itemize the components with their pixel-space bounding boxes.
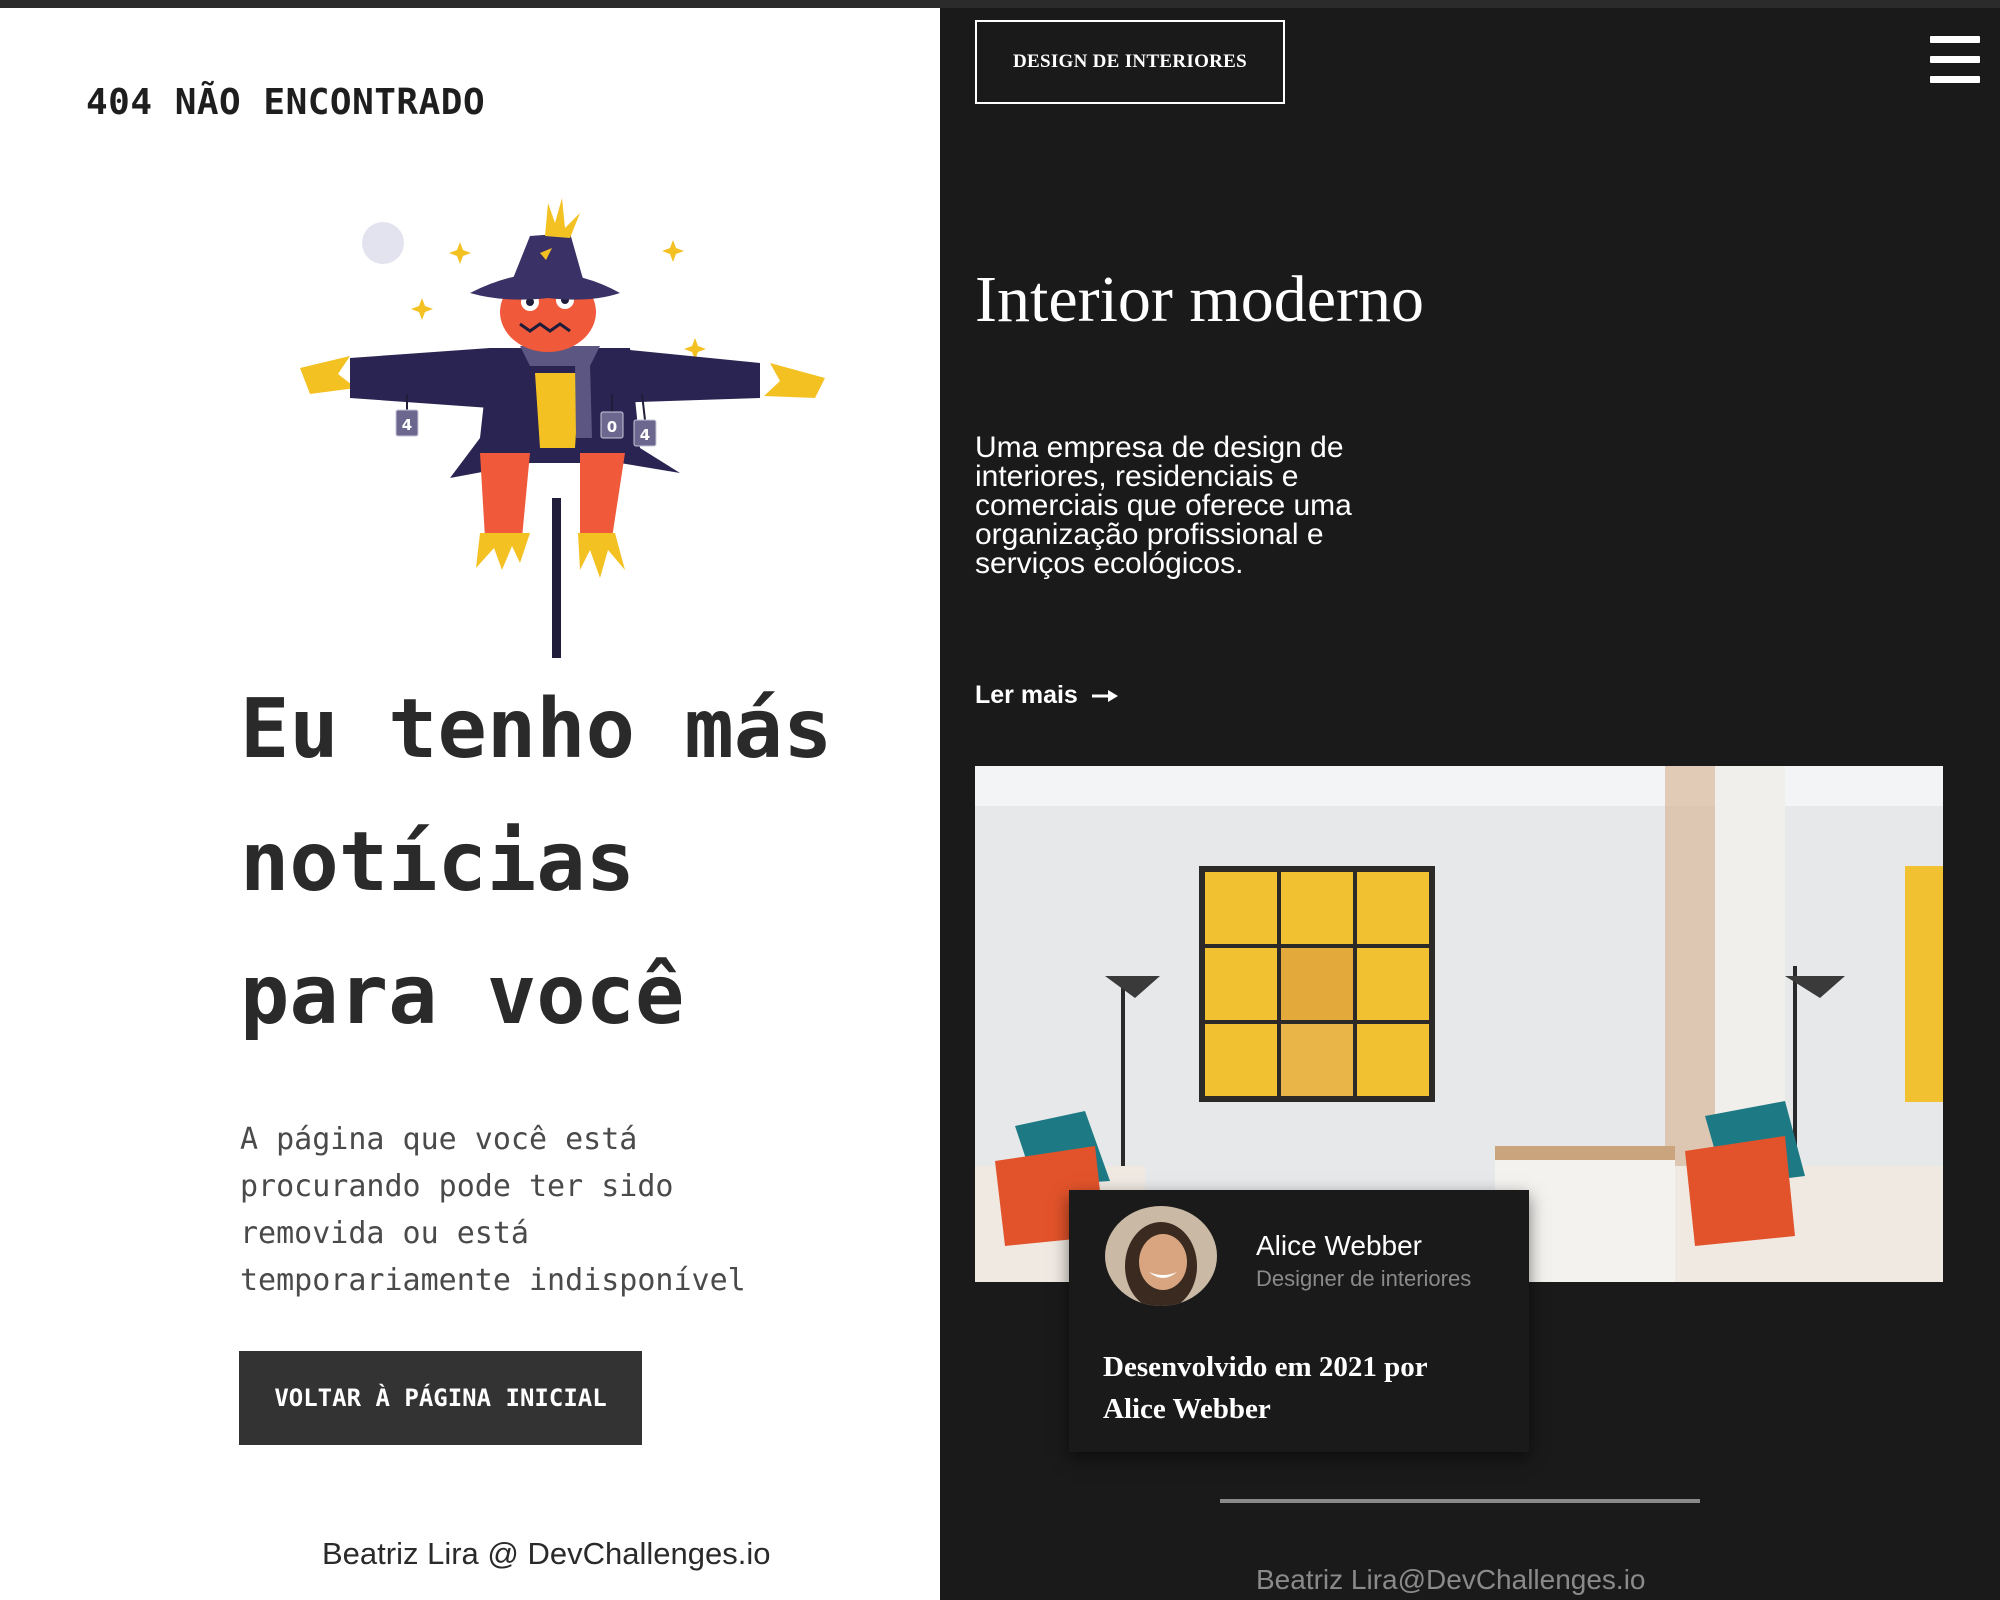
back-home-button[interactable]: VOLTAR À PÁGINA INICIAL [239, 1351, 642, 1445]
headline-line: Eu tenho más [240, 682, 833, 777]
description-line: Uma empresa de design de [975, 431, 1344, 464]
scarecrow-404-icon: 4 0 4 [300, 198, 825, 658]
read-more-link[interactable]: Ler mais [975, 681, 1120, 710]
author-card: Alice Webber Designer de interiores Dese… [1069, 1190, 1529, 1452]
author-role: Designer de interiores [1256, 1266, 1472, 1291]
interior-design-panel: DESIGN DE INTERIORES Interior moderno Um… [940, 8, 2000, 1600]
avatar-photo [1105, 1206, 1217, 1306]
description-line: interiores, residenciais e [975, 460, 1299, 493]
read-more-label: Ler mais [975, 681, 1078, 709]
headline-line: notícias [240, 815, 635, 910]
hero-title: Interior moderno [975, 263, 1425, 336]
svg-text:4: 4 [402, 416, 412, 434]
headline: Eu tenho más notícias para você [240, 663, 930, 1062]
svg-text:0: 0 [607, 418, 617, 436]
developed-by-credit: Desenvolvido em 2021 por Alice Webber [1103, 1346, 1513, 1430]
not-found-panel: 404 NÃO ENCONTRADO 4 0 4 Eu tenho más no… [0, 8, 940, 1600]
headline-line: para você [240, 948, 685, 1043]
description-line: serviços ecológicos. [975, 547, 1244, 580]
arrow-right-icon [1091, 689, 1118, 702]
description-line: A página que você está [240, 1122, 638, 1157]
hero-description: Uma empresa de design de interiores, res… [975, 431, 1415, 580]
description-line: temporariamente indisponível [240, 1263, 746, 1298]
credit-line: Desenvolvido em 2021 por [1103, 1351, 1428, 1383]
author-name: Alice Webber [1256, 1230, 1423, 1261]
description-line: organização profissional e [975, 518, 1324, 551]
svg-text:4: 4 [640, 426, 650, 444]
logo[interactable]: DESIGN DE INTERIORES [975, 20, 1285, 104]
footer-credit: Beatriz Lira@DevChallenges.io [1256, 1564, 1646, 1595]
footer-credit: Beatriz Lira @ DevChallenges.io [322, 1536, 771, 1571]
credit-line: Alice Webber [1103, 1393, 1271, 1425]
description-line: procurando pode ter sido [240, 1169, 674, 1204]
description-line: comerciais que oferece uma [975, 489, 1352, 522]
page-title: 404 NÃO ENCONTRADO [86, 82, 486, 123]
hamburger-menu-icon[interactable] [1930, 36, 1980, 84]
description: A página que você está procurando pode t… [240, 1116, 860, 1304]
window-top-bar [0, 0, 2000, 8]
footer-divider [1220, 1499, 1700, 1503]
description-line: removida ou está [240, 1216, 529, 1251]
